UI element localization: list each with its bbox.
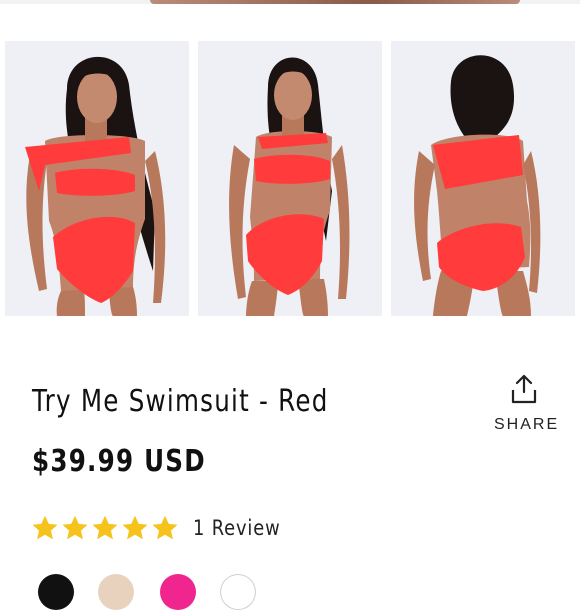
- color-swatch-black[interactable]: [38, 574, 74, 610]
- star-icon: [152, 515, 178, 540]
- rating-stars[interactable]: [31, 514, 179, 544]
- product-gallery: [5, 41, 576, 316]
- gallery-thumb-front-alt[interactable]: [198, 41, 382, 316]
- product-price: $39.99 USD: [32, 444, 206, 479]
- model-photo-front: [5, 41, 189, 316]
- color-swatch-pink[interactable]: [160, 574, 196, 610]
- gallery-thumb-front[interactable]: [5, 41, 189, 316]
- hero-image: [150, 0, 520, 4]
- model-photo-back: [391, 41, 575, 316]
- hero-image-edge: [0, 0, 580, 4]
- gallery-thumb-back[interactable]: [391, 41, 575, 316]
- color-swatch-nude[interactable]: [98, 574, 134, 610]
- share-button[interactable]: SHARE: [494, 374, 560, 436]
- review-count-link[interactable]: 1 Review: [193, 516, 281, 540]
- model-photo-front-alt: [198, 41, 382, 316]
- product-title: Try Me Swimsuit - Red: [32, 384, 329, 419]
- star-icon: [32, 515, 58, 540]
- star-icon: [122, 515, 148, 540]
- share-icon: [511, 374, 537, 404]
- color-swatch-white[interactable]: [220, 574, 256, 610]
- star-icon: [62, 515, 88, 540]
- share-label: SHARE: [494, 416, 560, 433]
- star-icon: [92, 515, 118, 540]
